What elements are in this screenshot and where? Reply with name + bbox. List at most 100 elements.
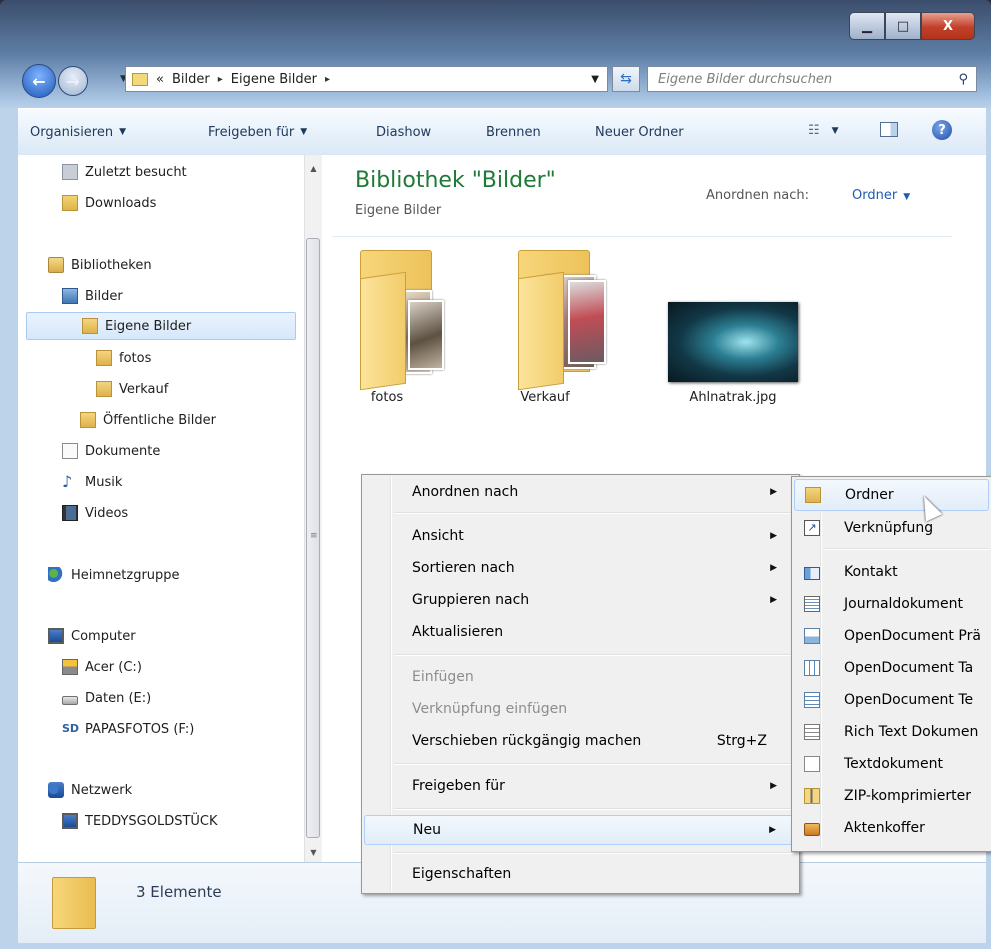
menu-item-paste-shortcut[interactable]: Verknüpfung einfügen [364, 694, 795, 724]
menu-separator [394, 654, 795, 656]
scroll-up-icon[interactable]: ▲ [305, 161, 322, 177]
menu-separator [394, 808, 795, 810]
sidebar-item-documents[interactable]: Dokumente [62, 439, 160, 463]
documents-icon [62, 443, 78, 459]
sidebar-item-label: Musik [85, 474, 123, 490]
slideshow-button[interactable]: Diashow [376, 125, 431, 140]
sidebar-item-my-pictures[interactable]: Eigene Bilder [26, 312, 296, 340]
sidebar-item-label: Downloads [85, 195, 157, 211]
image-thumbnail [668, 302, 798, 382]
sidebar-item-drive-e[interactable]: Daten (E:) [62, 686, 151, 710]
sidebar-item-label: Heimnetzgruppe [71, 567, 180, 583]
pictures-library-icon [62, 288, 78, 304]
help-button[interactable]: ? [932, 120, 952, 140]
sidebar-item-verkauf[interactable]: Verkauf [96, 377, 168, 401]
menu-item-group-by[interactable]: Gruppieren nach ▶ [364, 585, 795, 615]
sidebar-item-network-computer[interactable]: TEDDYSGOLDSTÜCK [62, 809, 218, 833]
breadcrumb-eigene-bilder[interactable]: Eigene Bilder [231, 72, 317, 87]
menu-item-new-contact[interactable]: Kontakt [794, 556, 989, 588]
menu-item-new-text[interactable]: Textdokument [794, 748, 989, 780]
scroll-down-icon[interactable]: ▼ [305, 845, 322, 861]
preview-pane-button[interactable] [880, 122, 898, 137]
sidebar-item-label: Öffentliche Bilder [103, 412, 217, 428]
film-strip-icon [62, 505, 78, 521]
sidebar-scrollbar[interactable]: ▲ ≡ ▼ [304, 155, 322, 862]
sidebar-item-drive-f[interactable]: SD PAPASFOTOS (F:) [62, 717, 194, 741]
folder-icon [805, 487, 821, 503]
address-bar[interactable]: « Bilder ▸ Eigene Bilder ▸ ▼ [125, 66, 608, 92]
menu-item-share-with[interactable]: Freigeben für ▶ [364, 771, 795, 801]
new-folder-button[interactable]: Neuer Ordner [595, 125, 684, 140]
refresh-icon: ⇆ [620, 71, 632, 87]
menu-item-label: Eigenschaften [412, 866, 512, 882]
sidebar-item-recent[interactable]: Zuletzt besucht [62, 160, 187, 184]
minimize-button[interactable]: ▁ [849, 12, 885, 40]
menu-item-new-zip[interactable]: ZIP-komprimierter [794, 780, 989, 812]
grip-icon: ≡ [310, 531, 318, 541]
menu-item-properties[interactable]: Eigenschaften [364, 859, 795, 889]
sidebar-item-videos[interactable]: Videos [62, 501, 128, 525]
search-icon[interactable]: ⚲ [958, 72, 968, 87]
view-options-button[interactable]: ☷ ▼ [808, 123, 839, 138]
maximize-button[interactable]: □ [885, 12, 921, 40]
menu-item-paste[interactable]: Einfügen [364, 662, 795, 692]
library-icon [132, 72, 148, 86]
menu-item-arrange-by[interactable]: Anordnen nach ▶ [364, 477, 795, 507]
menu-item-label: Verknüpfung [844, 520, 934, 536]
menu-item-new-shortcut[interactable]: ↗ Verknüpfung [794, 512, 989, 544]
sidebar-item-downloads[interactable]: Downloads [62, 191, 156, 215]
shortcut-icon: ↗ [804, 520, 820, 536]
arrow-right-icon: → [66, 71, 80, 91]
sidebar-item-label: Netzwerk [71, 782, 133, 798]
sidebar-item-homegroup[interactable]: Heimnetzgruppe [48, 563, 180, 587]
breadcrumb-separator-icon[interactable]: ▸ [325, 74, 330, 85]
sidebar-item-network[interactable]: Netzwerk [48, 778, 132, 802]
menu-item-new[interactable]: Neu ▶ [364, 815, 795, 845]
menu-item-new-odt[interactable]: OpenDocument Te [794, 684, 989, 716]
scroll-thumb[interactable]: ≡ [306, 238, 320, 838]
breadcrumb-overflow[interactable]: « [156, 72, 164, 87]
search-input[interactable] [656, 70, 950, 88]
sidebar-item-label: Verkauf [119, 381, 169, 397]
menu-item-new-odp[interactable]: OpenDocument Prä [794, 620, 989, 652]
menu-item-new-rtf[interactable]: Rich Text Dokumen [794, 716, 989, 748]
menu-item-view[interactable]: Ansicht ▶ [364, 521, 795, 551]
refresh-button[interactable]: ⇆ [612, 66, 640, 92]
menu-item-undo-move[interactable]: Verschieben rückgängig machen Strg+Z [364, 726, 795, 756]
forward-button[interactable]: → [58, 66, 88, 96]
menu-item-shortcut: Strg+Z [716, 733, 767, 749]
breadcrumb-bilder[interactable]: Bilder [172, 72, 210, 87]
menu-item-refresh[interactable]: Aktualisieren [364, 617, 795, 647]
computer-icon [62, 813, 78, 829]
sidebar-item-public-pictures[interactable]: Öffentliche Bilder [80, 408, 216, 432]
sidebar-item-music[interactable]: ♪ Musik [62, 470, 122, 494]
computer-icon [48, 628, 64, 644]
close-button[interactable]: X [921, 12, 975, 40]
sidebar-item-libraries[interactable]: Bibliotheken [48, 253, 152, 277]
address-dropdown-icon[interactable]: ▼ [591, 74, 599, 85]
back-button[interactable]: ← [22, 64, 56, 98]
submenu-arrow-icon: ▶ [770, 531, 777, 541]
sidebar-item-pictures[interactable]: Bilder [62, 284, 123, 308]
arrange-by-dropdown[interactable]: Ordner ▼ [852, 188, 910, 203]
menu-item-new-ods[interactable]: OpenDocument Ta [794, 652, 989, 684]
help-icon: ? [932, 120, 952, 140]
sidebar-item-computer[interactable]: Computer [48, 624, 136, 648]
share-button[interactable]: Freigeben für ▼ [208, 125, 307, 140]
folder-icon [350, 250, 460, 391]
organize-button[interactable]: Organisieren ▼ [30, 125, 126, 140]
chevron-down-icon: ▼ [119, 127, 127, 137]
menu-separator [394, 763, 795, 765]
menu-item-new-briefcase[interactable]: Aktenkoffer [794, 812, 989, 844]
menu-item-sort-by[interactable]: Sortieren nach ▶ [364, 553, 795, 583]
menu-item-label: Freigeben für [412, 778, 505, 794]
breadcrumb-separator-icon[interactable]: ▸ [218, 74, 223, 85]
sidebar-item-label: Videos [85, 505, 129, 521]
burn-button[interactable]: Brennen [486, 125, 541, 140]
menu-item-new-folder[interactable]: Ordner [794, 479, 989, 511]
sidebar-item-fotos[interactable]: fotos [96, 346, 151, 370]
menu-item-label: Gruppieren nach [412, 592, 530, 608]
search-box[interactable]: ⚲ [647, 66, 977, 92]
menu-item-new-journal[interactable]: Journaldokument [794, 588, 989, 620]
sidebar-item-drive-c[interactable]: Acer (C:) [62, 655, 142, 679]
